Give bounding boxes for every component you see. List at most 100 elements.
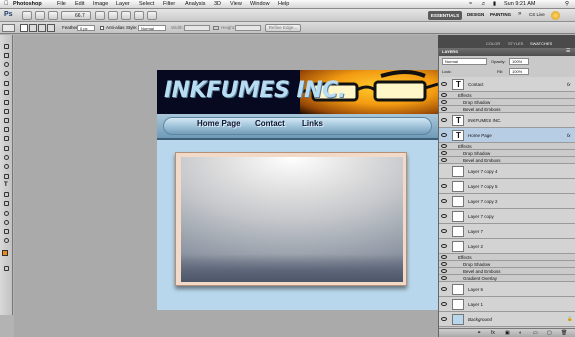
- pen-tool[interactable]: [2, 173, 11, 180]
- menu-file[interactable]: File: [57, 1, 66, 8]
- tool-preset-picker[interactable]: [2, 24, 15, 32]
- 3d-orbit-tool[interactable]: [2, 219, 11, 226]
- healing-brush-tool[interactable]: [2, 99, 11, 106]
- view-extras-button[interactable]: [48, 11, 58, 20]
- menu-layer[interactable]: Layer: [116, 1, 130, 8]
- zoom-tool-button[interactable]: [108, 11, 118, 20]
- visibility-eye-icon[interactable]: [441, 93, 447, 97]
- menu-app-name[interactable]: Photoshop: [13, 1, 42, 8]
- layer-name[interactable]: Layer 7 copy 2: [468, 199, 498, 204]
- opacity-input[interactable]: 100%: [509, 58, 529, 65]
- layer-thumbnail[interactable]: [452, 226, 464, 237]
- visibility-eye-icon[interactable]: [441, 144, 447, 148]
- menu-edit[interactable]: Edit: [75, 1, 84, 8]
- new-group-icon[interactable]: ▭: [533, 330, 538, 336]
- layer-effect-row[interactable]: Effects: [439, 143, 575, 150]
- hand-tool[interactable]: [2, 228, 11, 235]
- layer-name[interactable]: Drop Shadow: [463, 151, 490, 156]
- layer-thumbnail[interactable]: [452, 299, 464, 310]
- layer-thumbnail[interactable]: [452, 211, 464, 222]
- layer-name[interactable]: Effects: [458, 144, 472, 149]
- 3d-rotate-tool[interactable]: [2, 210, 11, 217]
- visibility-eye-icon[interactable]: [441, 317, 447, 321]
- path-selection-tool[interactable]: [2, 191, 11, 198]
- layer-effect-row[interactable]: Drop Shadow: [439, 150, 575, 157]
- menu-filter[interactable]: Filter: [163, 1, 175, 8]
- visibility-eye-icon[interactable]: [441, 107, 447, 111]
- workspace-essentials[interactable]: ESSENTIALS: [428, 11, 462, 20]
- layer-row[interactable]: Layer 1: [439, 297, 575, 312]
- layer-name[interactable]: Layer 6: [468, 287, 483, 292]
- document-canvas[interactable]: INKFUMES INC. Home Page Contact Links: [157, 70, 438, 310]
- menu-image[interactable]: Image: [93, 1, 108, 8]
- layer-name[interactable]: Drop Shadow: [463, 262, 490, 267]
- blend-mode-select[interactable]: Normal: [442, 58, 487, 65]
- layer-name[interactable]: Effects: [458, 93, 472, 98]
- layers-panel-title[interactable]: LAYERS: [442, 49, 458, 54]
- adjustment-layer-icon[interactable]: ◐: [519, 330, 522, 336]
- layer-name[interactable]: Layer 7 copy: [468, 214, 494, 219]
- swap-dimensions-icon[interactable]: [213, 26, 219, 30]
- visibility-eye-icon[interactable]: [441, 302, 447, 306]
- fill-input[interactable]: 100%: [509, 68, 529, 75]
- type-tool[interactable]: T: [2, 182, 11, 189]
- layer-name[interactable]: Contact: [468, 82, 484, 87]
- layer-row[interactable]: T INKFUMES INC.: [439, 113, 575, 128]
- layer-thumbnail[interactable]: [452, 314, 464, 325]
- visibility-eye-icon[interactable]: [441, 229, 447, 233]
- width-input[interactable]: [184, 25, 210, 31]
- minibridge-button[interactable]: [35, 11, 45, 20]
- layer-effect-row[interactable]: Bevel and Emboss: [439, 268, 575, 275]
- shape-tool[interactable]: [2, 200, 11, 207]
- wifi-icon[interactable]: ≈: [469, 1, 472, 8]
- apple-icon[interactable]: : [4, 1, 9, 8]
- crop-tool[interactable]: [2, 80, 11, 87]
- layer-row[interactable]: Layer 6: [439, 282, 575, 297]
- panel-menu-icon[interactable]: ☰: [566, 48, 570, 54]
- layer-row[interactable]: T Home Page fx: [439, 128, 575, 143]
- arrange-documents-button[interactable]: [134, 11, 144, 20]
- layer-row[interactable]: Background 🔒: [439, 312, 575, 327]
- visibility-eye-icon[interactable]: [441, 158, 447, 162]
- visibility-eye-icon[interactable]: [441, 118, 447, 122]
- menu-analysis[interactable]: Analysis: [185, 1, 205, 8]
- delete-layer-icon[interactable]: 🗑: [561, 330, 567, 336]
- style-select[interactable]: Normal: [138, 25, 166, 31]
- swatches-panel-tab[interactable]: SWATCHES: [530, 41, 552, 46]
- eyedropper-tool[interactable]: [2, 89, 11, 96]
- screen-mode-button[interactable]: [147, 11, 157, 20]
- layer-name[interactable]: Layer 7 copy 5: [468, 184, 498, 189]
- brush-tool[interactable]: [2, 108, 11, 115]
- lasso-tool[interactable]: [2, 61, 11, 68]
- zoom-level-field[interactable]: 66.7: [61, 11, 91, 20]
- styles-panel-tab[interactable]: STYLES: [508, 41, 523, 46]
- layer-thumbnail[interactable]: [452, 166, 464, 177]
- move-tool[interactable]: [2, 43, 11, 50]
- blur-tool[interactable]: [2, 154, 11, 161]
- hand-tool-button[interactable]: [95, 11, 105, 20]
- history-brush-tool[interactable]: [2, 126, 11, 133]
- layer-effect-row[interactable]: Bevel and Emboss: [439, 157, 575, 164]
- nav-home-page[interactable]: Home Page: [197, 119, 241, 128]
- antialias-checkbox[interactable]: [100, 26, 104, 30]
- rotate-view-button[interactable]: [121, 11, 131, 20]
- visibility-eye-icon[interactable]: [441, 82, 447, 86]
- visibility-eye-icon[interactable]: [441, 184, 447, 188]
- visibility-eye-icon[interactable]: [441, 287, 447, 291]
- dodge-tool[interactable]: [2, 163, 11, 170]
- layer-name[interactable]: Home Page: [468, 133, 492, 138]
- layer-name[interactable]: Background: [468, 317, 492, 322]
- zoom-tool[interactable]: [2, 237, 11, 244]
- visibility-eye-icon[interactable]: [441, 276, 447, 280]
- visibility-eye-icon[interactable]: [441, 255, 447, 259]
- marquee-tool[interactable]: [2, 52, 11, 59]
- subtract-selection-icon[interactable]: [38, 24, 46, 32]
- layer-name[interactable]: Layer 2: [468, 244, 483, 249]
- layer-name[interactable]: Layer 7: [468, 229, 483, 234]
- layer-name[interactable]: Bevel and Emboss: [463, 107, 501, 112]
- layer-row[interactable]: Layer 2: [439, 239, 575, 254]
- text-layer-thumbnail[interactable]: T: [452, 130, 464, 141]
- layer-row[interactable]: Layer 7 copy 5: [439, 179, 575, 194]
- link-layers-icon[interactable]: ⚭: [477, 330, 481, 336]
- battery-icon[interactable]: ▮: [493, 1, 496, 8]
